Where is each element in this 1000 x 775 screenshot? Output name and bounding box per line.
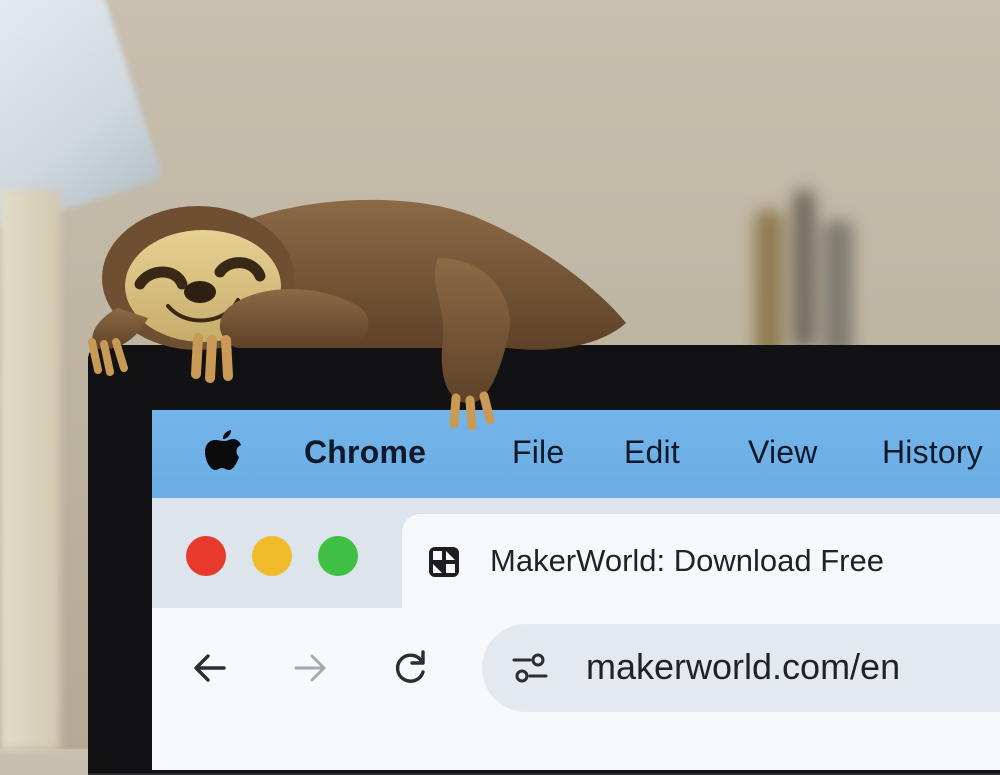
minimize-window-button[interactable]	[252, 536, 292, 576]
monitor-screen: Chrome File Edit View History MakerWorld…	[152, 410, 1000, 770]
menu-history[interactable]: History	[882, 434, 983, 471]
back-arrow-icon[interactable]	[188, 646, 232, 690]
background-object	[823, 220, 853, 360]
makerworld-favicon-icon	[429, 547, 459, 577]
tab-makerworld[interactable]: MakerWorld: Download Free	[402, 514, 1000, 610]
address-bar[interactable]: makerworld.com/en	[482, 624, 1000, 712]
sloth-figurine	[88, 199, 627, 431]
maximize-window-button[interactable]	[318, 536, 358, 576]
menu-file[interactable]: File	[512, 434, 564, 471]
menu-edit[interactable]: Edit	[624, 434, 680, 471]
close-window-button[interactable]	[186, 536, 226, 576]
tune-icon[interactable]	[510, 648, 550, 688]
background-objects	[745, 190, 865, 360]
background-object	[755, 210, 783, 360]
menu-chrome[interactable]: Chrome	[304, 434, 426, 471]
tab-title: MakerWorld: Download Free	[490, 543, 884, 578]
background-object	[793, 190, 815, 350]
background-left-panel	[0, 190, 60, 750]
forward-arrow-icon[interactable]	[288, 646, 332, 690]
menu-view[interactable]: View	[748, 434, 818, 471]
url-text[interactable]: makerworld.com/en	[586, 646, 900, 688]
reload-icon[interactable]	[388, 646, 432, 690]
